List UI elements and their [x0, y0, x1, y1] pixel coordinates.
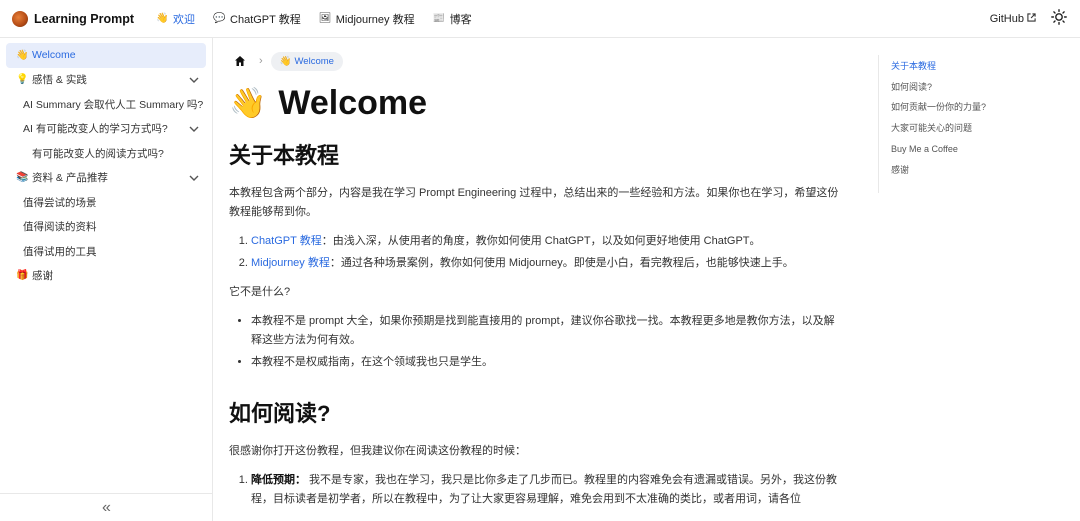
sidebar-item-label: Welcome: [32, 49, 76, 62]
picture-icon: 🖼: [318, 13, 332, 24]
sidebar-item-label: 有可能改变人的阅读方式吗?: [32, 147, 164, 160]
nav-link-label: ChatGPT 教程: [230, 13, 301, 26]
main-content: › 👋 Welcome 👋 Welcome 关于本教程 本教程包含两个部分，内容…: [213, 38, 877, 521]
sidebar-item-label: 值得阅读的资料: [23, 221, 97, 234]
nav-link-label: 欢迎: [173, 13, 196, 26]
sidebar: 👋 Welcome 💡 感悟 & 实践 AI Summary 会取代人工 Sum…: [0, 38, 213, 521]
nav-link-blog[interactable]: 📰 博客: [433, 11, 472, 27]
about-paragraph: 本教程包含两个部分，内容是我在学习 Prompt Engineering 过程中…: [229, 187, 839, 218]
sidebar-item-label: AI Summary 会取代人工 Summary 吗?: [23, 98, 204, 111]
nav-link-chatgpt[interactable]: 💬 ChatGPT 教程: [213, 11, 301, 27]
sidebar-item-tools[interactable]: 值得试用的工具: [6, 239, 206, 264]
breadcrumb: › 👋 Welcome: [229, 50, 861, 72]
midjourney-tutorial-link[interactable]: Midjourney 教程: [251, 257, 330, 269]
tutorial-parts-list: ChatGPT 教程：由浅入深，从使用者的角度，教你如何使用 ChatGPT，以…: [251, 232, 839, 273]
sidebar-item-ai-reading[interactable]: 有可能改变人的阅读方式吗?: [6, 141, 206, 166]
list-item-text: 我不是专家，我也在学习，我只是比你多走了几步而已。教程里的内容难免会有遗漏或错误…: [251, 474, 838, 505]
sidebar-item-resources[interactable]: 📚 资料 & 产品推荐: [6, 166, 206, 191]
breadcrumb-current-label: Welcome: [294, 55, 334, 67]
sidebar-item-label: 值得试用的工具: [23, 245, 97, 258]
nav-link-welcome[interactable]: 👋 欢迎: [156, 11, 195, 27]
toc-item-contribute[interactable]: 如何贡献一份你的力量?: [891, 97, 1068, 118]
heading-how-to-read: 如何阅读?: [229, 401, 331, 426]
lightbulb-icon: 💡: [16, 74, 29, 86]
list-item: 本教程不是权威指南，在这个领域我也只是学生。: [251, 353, 839, 372]
nav-link-midjourney[interactable]: 🖼 Midjourney 教程: [319, 11, 415, 27]
brand-logo: [12, 10, 28, 27]
list-item: Midjourney 教程：通过各种场景案例，教你如何使用 Midjourney…: [251, 254, 839, 273]
page-title: 👋 Welcome: [229, 78, 861, 128]
toc-item-faq[interactable]: 大家可能关心的问题: [891, 117, 1068, 138]
home-icon[interactable]: [229, 50, 251, 72]
brand-link[interactable]: Learning Prompt: [12, 10, 135, 27]
not-list: 本教程不是 prompt 大全，如果你预期是找到能直接用的 prompt，建议你…: [251, 312, 839, 372]
sidebar-item-label: AI 有可能改变人的学习方式吗?: [23, 123, 168, 136]
chatgpt-tutorial-link[interactable]: ChatGPT 教程: [251, 235, 322, 247]
sidebar-item-label: 感谢: [32, 270, 53, 283]
gift-icon: 🎁: [16, 270, 29, 282]
heading-about: 关于本教程: [229, 143, 340, 168]
sidebar-collapse-button[interactable]: «: [0, 493, 213, 521]
double-chevron-left-icon: «: [102, 498, 111, 516]
brand-name: Learning Prompt: [34, 11, 135, 26]
list-item-text: ：通过各种场景案例，教你如何使用 Midjourney。即使是小白，看完教程后，…: [329, 257, 794, 269]
theme-toggle-button[interactable]: [1050, 9, 1068, 28]
github-label: GitHub: [989, 12, 1024, 25]
sidebar-item-label: 感悟 & 实践: [32, 74, 87, 87]
books-icon: 📚: [16, 172, 29, 184]
chevron-down-icon[interactable]: [188, 172, 200, 184]
tip-title: 降低预期：: [251, 474, 306, 486]
sidebar-item-label: 值得尝试的场景: [23, 196, 97, 209]
toc-item-about[interactable]: 关于本教程: [891, 55, 1068, 76]
list-item: 降低预期： 我不是专家，我也在学习，我只是比你多走了几步而已。教程里的内容难免会…: [251, 471, 839, 509]
table-of-contents: 关于本教程 如何阅读? 如何贡献一份你的力量? 大家可能关心的问题 Buy Me…: [878, 55, 1068, 193]
chevron-down-icon[interactable]: [188, 123, 200, 135]
sidebar-item-label: 资料 & 产品推荐: [32, 172, 108, 185]
sun-icon: [1051, 9, 1067, 28]
breadcrumb-current[interactable]: 👋 Welcome: [270, 51, 343, 71]
newspaper-icon: 📰: [432, 13, 446, 24]
nav-link-label: Midjourney 教程: [335, 13, 415, 26]
breadcrumb-separator: ›: [259, 55, 263, 67]
chevron-down-icon[interactable]: [188, 74, 200, 86]
read-paragraph: 很感谢你打开这份教程，但我建议你在阅读这份教程的时候：: [229, 445, 526, 457]
nav-link-label: 博客: [449, 13, 472, 26]
wave-icon: 👋: [16, 49, 29, 61]
wave-icon: 👋: [279, 55, 292, 67]
wave-icon: 👋: [229, 86, 267, 120]
github-link[interactable]: GitHub: [990, 13, 1036, 25]
list-item-text: ：由浅入深，从使用者的角度，教你如何使用 ChatGPT，以及如何更好地使用 C…: [321, 235, 761, 247]
sidebar-item-reading-materials[interactable]: 值得阅读的资料: [6, 215, 206, 240]
list-item: ChatGPT 教程：由浅入深，从使用者的角度，教你如何使用 ChatGPT，以…: [251, 232, 839, 251]
page-title-text: Welcome: [278, 83, 428, 122]
sidebar-item-scenarios[interactable]: 值得尝试的场景: [6, 190, 206, 215]
chat-bubble-icon: 💬: [213, 13, 226, 24]
reading-tips-list: 降低预期： 我不是专家，我也在学习，我只是比你多走了几步而已。教程里的内容难免会…: [251, 471, 839, 509]
not-what-question: 它不是什么?: [229, 286, 291, 298]
wave-icon: 👋: [156, 13, 169, 24]
toc-item-thanks[interactable]: 感谢: [891, 159, 1068, 180]
sidebar-item-ai-learning[interactable]: AI 有可能改变人的学习方式吗?: [6, 117, 206, 142]
sidebar-item-ai-summary[interactable]: AI Summary 会取代人工 Summary 吗?: [6, 92, 206, 117]
sidebar-item-thanks[interactable]: 🎁 感谢: [6, 264, 206, 289]
external-link-icon: [1027, 13, 1036, 24]
top-navbar: Learning Prompt 👋 欢迎 💬 ChatGPT 教程 🖼 Midj…: [0, 0, 1080, 38]
toc-item-coffee[interactable]: Buy Me a Coffee: [891, 138, 1068, 159]
list-item: 本教程不是 prompt 大全，如果你预期是找到能直接用的 prompt，建议你…: [251, 312, 839, 350]
sidebar-item-insights[interactable]: 💡 感悟 & 实践: [6, 68, 206, 93]
sidebar-item-welcome[interactable]: 👋 Welcome: [6, 43, 206, 68]
toc-item-how-to-read[interactable]: 如何阅读?: [891, 76, 1068, 97]
